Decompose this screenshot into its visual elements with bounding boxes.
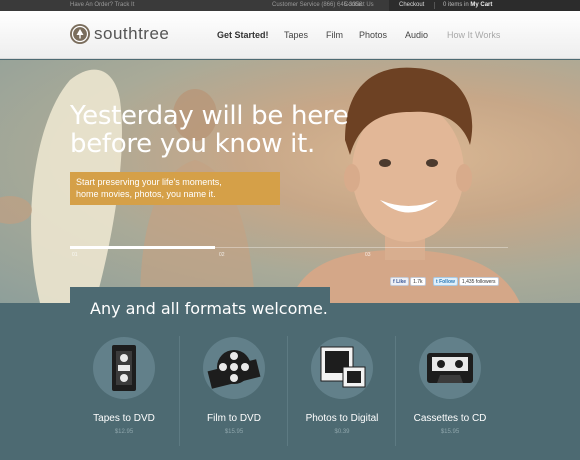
- slide-indicator-3[interactable]: 03: [365, 252, 371, 258]
- facebook-like-widget[interactable]: f Like 1.7k: [390, 277, 426, 286]
- site-header: southtree Get Started! Tapes Film Photos…: [0, 11, 580, 59]
- hero-banner: Yesterday will be here before you know i…: [0, 60, 580, 303]
- format-label: Photos to Digital: [305, 413, 379, 424]
- format-photos-card[interactable]: Photos to Digital $0.39: [287, 337, 397, 435]
- hero-tagline-line2: home movies, photos, you name it.: [76, 189, 216, 199]
- twitter-follow-button[interactable]: t Follow: [433, 277, 458, 286]
- contact-us-link[interactable]: Contact Us: [344, 0, 374, 11]
- formats-title: Any and all formats welcome.: [90, 299, 328, 318]
- nav-tapes[interactable]: Tapes: [284, 30, 308, 40]
- format-price: $12.95: [114, 429, 134, 435]
- tree-logo-icon: [70, 24, 90, 44]
- nav-get-started[interactable]: Get Started!: [217, 30, 269, 40]
- divider: |: [339, 2, 341, 8]
- format-label: Cassettes to CD: [413, 413, 487, 424]
- logo-text: southtree: [94, 24, 170, 43]
- nav-film[interactable]: Film: [326, 30, 343, 40]
- format-cassettes-card[interactable]: Cassettes to CD $15.95: [395, 337, 505, 435]
- format-price: $15.95: [440, 429, 460, 435]
- hero-headline-line2: before you know it.: [70, 129, 315, 159]
- format-price: $15.95: [224, 429, 244, 435]
- logo[interactable]: southtree: [70, 24, 169, 44]
- facebook-like-count: 1.7k: [410, 277, 426, 286]
- slider-progress: [70, 246, 215, 249]
- format-label: Film to DVD: [207, 413, 261, 424]
- nav-audio[interactable]: Audio: [405, 30, 428, 40]
- divider: [434, 2, 435, 9]
- hero-tagline: Start preserving your life's moments, ho…: [70, 172, 280, 205]
- nav-how-it-works[interactable]: How It Works: [447, 30, 500, 40]
- facebook-like-button[interactable]: f Like: [390, 277, 410, 286]
- format-tapes-card[interactable]: Tapes to DVD $12.95: [69, 337, 179, 435]
- photo-slide-icon: [311, 337, 373, 399]
- format-label: Tapes to DVD: [93, 413, 155, 424]
- format-film-card[interactable]: Film to DVD $15.95: [179, 337, 289, 435]
- hero-headline: Yesterday will be here before you know i…: [70, 102, 370, 158]
- twitter-follow-widget[interactable]: t Follow 1,435 followers: [433, 277, 499, 286]
- twitter-follower-count: 1,435 followers: [458, 277, 499, 286]
- utility-bar: Have An Order? Track It Customer Service…: [0, 0, 580, 11]
- cassette-icon: [419, 337, 481, 399]
- nav-photos[interactable]: Photos: [359, 30, 387, 40]
- slide-indicator-2[interactable]: 02: [219, 252, 225, 258]
- cart-label: My Cart: [470, 2, 493, 8]
- slide-indicator-1[interactable]: 01: [72, 252, 78, 258]
- vhs-tape-icon: [93, 337, 155, 399]
- film-reel-icon: [203, 337, 265, 399]
- hero-tagline-line1: Start preserving your life's moments,: [76, 177, 222, 187]
- cart-link[interactable]: 0 items in My Cart: [443, 0, 492, 11]
- format-price: $0.39: [334, 429, 350, 435]
- hero-headline-line1: Yesterday will be here: [70, 101, 349, 131]
- checkout-link[interactable]: Checkout: [399, 0, 424, 11]
- track-order-link[interactable]: Have An Order? Track It: [70, 0, 134, 11]
- cart-count: 0 items in: [443, 2, 469, 8]
